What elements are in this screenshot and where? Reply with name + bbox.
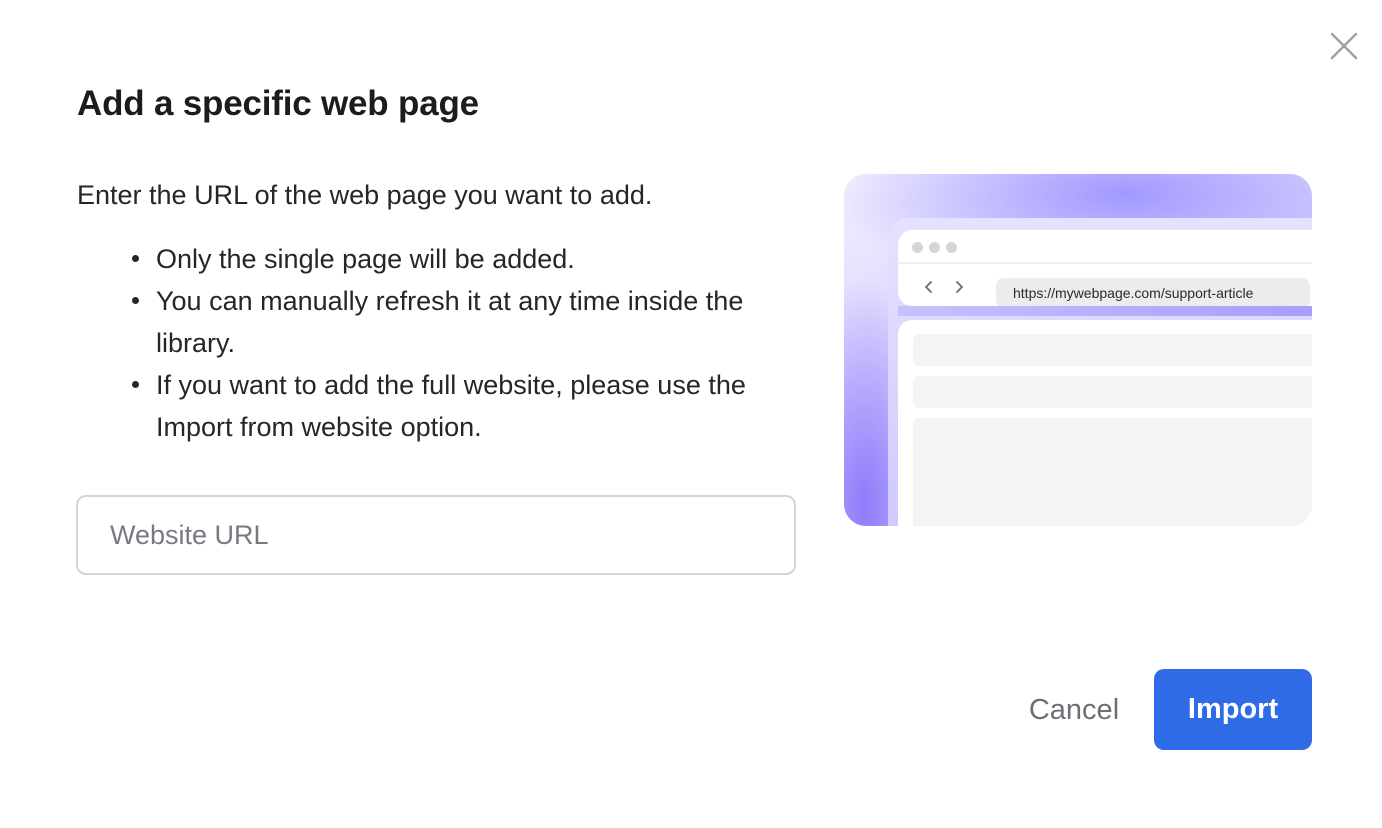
chevron-right-icon (956, 281, 963, 293)
cancel-button[interactable]: Cancel (1010, 670, 1138, 750)
intro-text: Enter the URL of the web page you want t… (77, 180, 653, 210)
window-dots (912, 242, 957, 253)
browser-content (898, 320, 1312, 526)
website-url-input[interactable] (76, 495, 796, 575)
add-web-page-dialog: Add a specific web page Enter the URL of… (0, 0, 1382, 828)
address-bar: https://mywebpage.com/support-article (996, 278, 1310, 308)
list-item: If you want to add the full website, ple… (116, 364, 796, 448)
content-placeholder (913, 334, 1312, 366)
list-item: Only the single page will be added. (116, 238, 796, 280)
browser-illustration: https://mywebpage.com/support-article (844, 174, 1312, 526)
browser-toolbar: https://mywebpage.com/support-article (898, 230, 1312, 308)
content-placeholder (913, 376, 1312, 408)
content-placeholder (913, 418, 1312, 526)
browser-accent-bar (898, 306, 1312, 316)
browser-mockup: https://mywebpage.com/support-article (888, 218, 1312, 526)
info-list: Only the single page will be added. You … (116, 238, 796, 448)
window-dot (929, 242, 940, 253)
dialog-title: Add a specific web page (77, 84, 479, 123)
divider (898, 262, 1312, 264)
import-button[interactable]: Import (1154, 669, 1312, 750)
list-item: You can manually refresh it at any time … (116, 280, 796, 364)
window-dot (946, 242, 957, 253)
close-icon (1330, 32, 1358, 60)
close-button[interactable] (1326, 28, 1362, 64)
chevron-left-icon (925, 281, 932, 293)
window-dot (912, 242, 923, 253)
